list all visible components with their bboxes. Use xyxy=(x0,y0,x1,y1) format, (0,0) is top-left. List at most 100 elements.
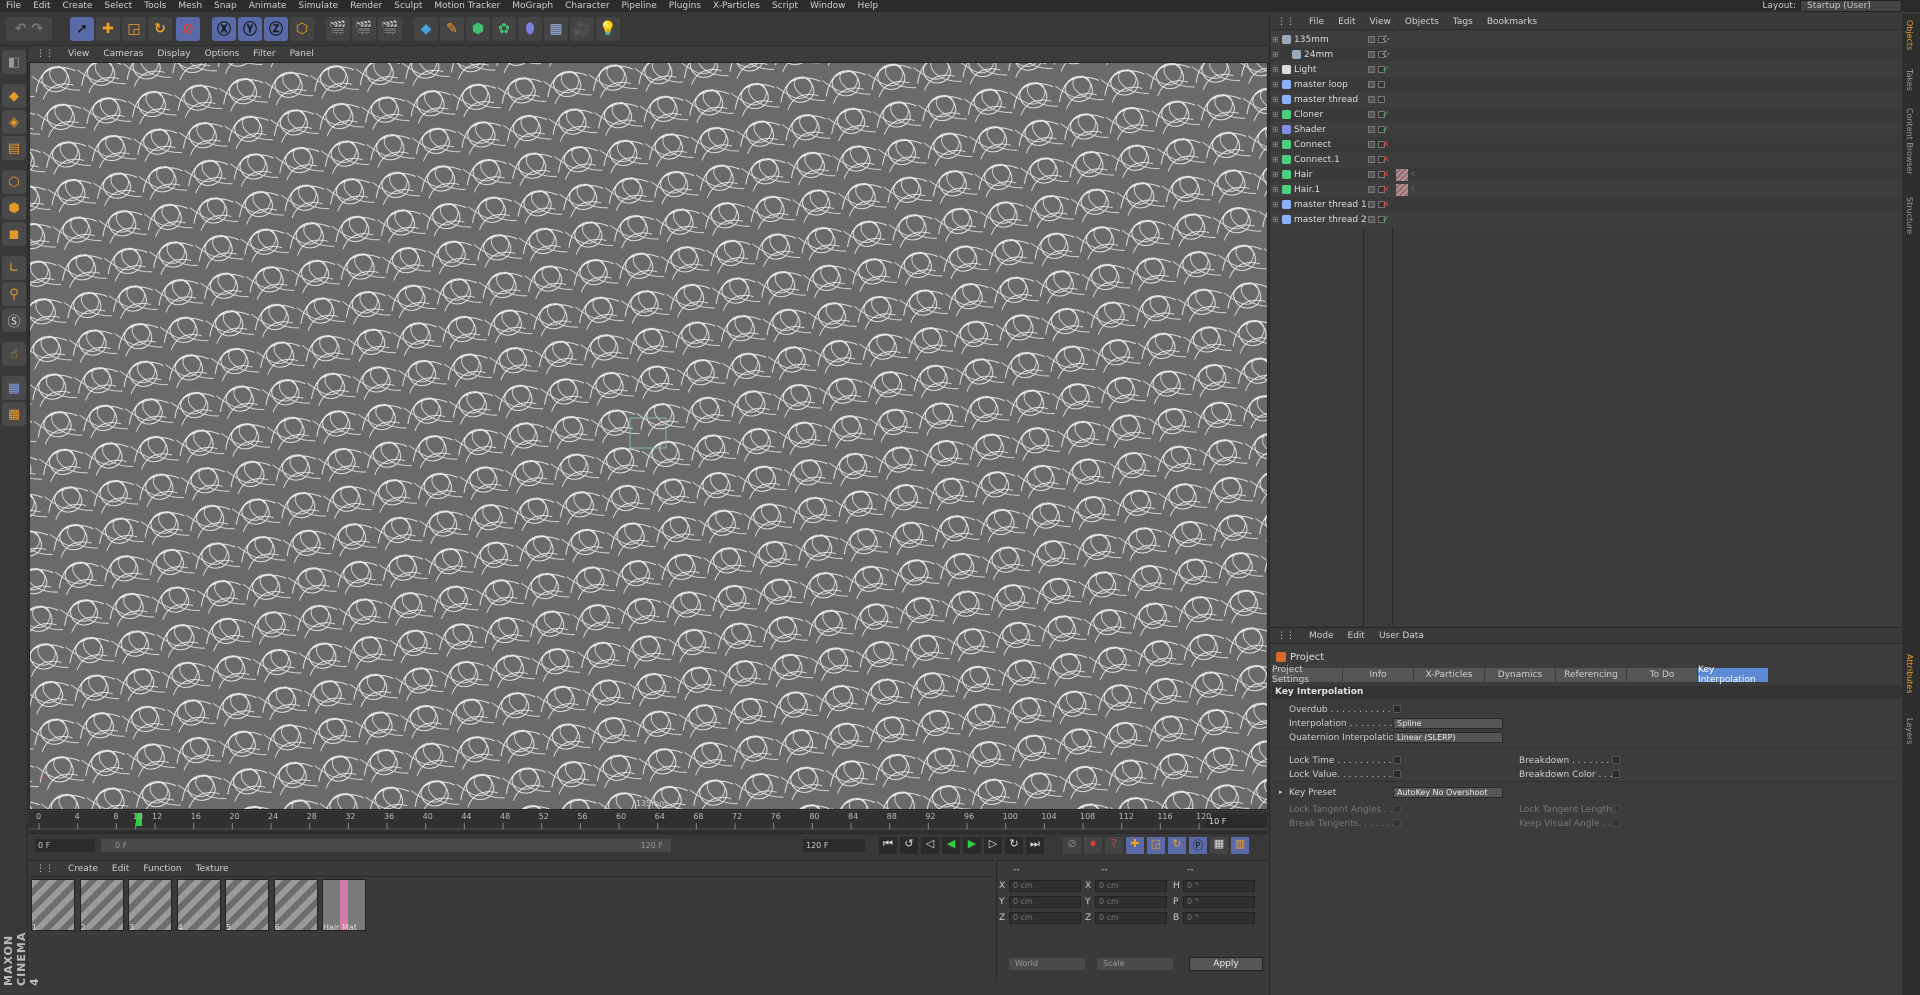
texture-mode-icon[interactable]: ◈ xyxy=(2,110,26,134)
right-tab-takes[interactable]: Takes xyxy=(1905,69,1914,91)
expand-icon[interactable]: ⊞ xyxy=(1272,155,1279,164)
next-frame-icon[interactable]: ▷ xyxy=(984,837,1002,854)
keep-visual-angle-checkbox[interactable] xyxy=(1612,819,1620,827)
lock-workplane-icon[interactable]: ▦ xyxy=(2,376,26,400)
world-dropdown[interactable]: World xyxy=(1009,958,1085,970)
visibility-toggle[interactable] xyxy=(1368,81,1375,88)
subdivision-icon[interactable]: ⬢ xyxy=(466,17,490,41)
viewport-menu-panel[interactable]: Panel xyxy=(283,49,321,59)
range-slider[interactable]: 0 F 120 F xyxy=(101,839,671,852)
right-tab-objects[interactable]: Objects xyxy=(1905,20,1914,50)
disabled-cross-icon[interactable]: ✕ xyxy=(1382,155,1390,165)
workplane-icon[interactable]: ▤ xyxy=(2,136,26,160)
pen-icon[interactable]: ✎ xyxy=(440,17,464,41)
light-icon[interactable]: 💡 xyxy=(596,17,620,41)
next-key-icon[interactable]: ↻ xyxy=(1005,837,1023,854)
material-menu-create[interactable]: Create xyxy=(61,864,105,874)
object-menu-objects[interactable]: Objects xyxy=(1398,17,1446,27)
prev-key-icon[interactable]: ↺ xyxy=(900,837,918,854)
visibility-toggle[interactable] xyxy=(1368,216,1375,223)
menu-item-mograph[interactable]: MoGraph xyxy=(506,0,559,12)
points-mode-icon[interactable]: ⬡ xyxy=(2,170,26,194)
disabled-cross-icon[interactable]: ✕ xyxy=(1382,185,1390,195)
recent-tool-icon[interactable]: ⊘ xyxy=(176,17,200,41)
keyframe-selection-icon[interactable]: ? xyxy=(1105,837,1123,854)
viewport-menu-display[interactable]: Display xyxy=(150,49,197,59)
object-row[interactable]: ⊞ Shader ✓ xyxy=(1270,122,1903,137)
expand-icon[interactable]: ⊞ xyxy=(1272,50,1279,59)
expand-icon[interactable]: ⊞ xyxy=(1272,95,1279,104)
object-row[interactable]: ⊞ 135mm ⁘ xyxy=(1270,32,1903,47)
select-tool-icon[interactable]: ➚ xyxy=(70,17,94,41)
menu-item-render[interactable]: Render xyxy=(344,0,388,12)
object-row[interactable]: ⊞ master thread 2 ✓ xyxy=(1270,212,1903,227)
render-view-icon[interactable]: 🎬 xyxy=(326,17,350,41)
attribute-menu-mode[interactable]: Mode xyxy=(1302,631,1341,641)
object-menu-file[interactable]: File xyxy=(1302,17,1331,27)
go-to-end-icon[interactable]: ⏭ xyxy=(1026,837,1044,854)
menu-item-plugins[interactable]: Plugins xyxy=(663,0,707,12)
menu-item-help[interactable]: Help xyxy=(852,0,885,12)
mograph-icon[interactable]: ✿ xyxy=(492,17,516,41)
menu-item-animate[interactable]: Animate xyxy=(243,0,293,12)
menu-item-select[interactable]: Select xyxy=(98,0,138,12)
scale-dropdown[interactable]: Scale xyxy=(1097,958,1173,970)
x-axis-icon[interactable]: Ⓧ xyxy=(212,17,236,41)
visibility-toggle[interactable] xyxy=(1368,156,1375,163)
paint-icon[interactable]: ☝ xyxy=(2,342,26,366)
material-swatch[interactable] xyxy=(176,879,221,931)
coord-value-field[interactable]: 0 ° xyxy=(1183,912,1255,924)
expand-icon[interactable]: ⊞ xyxy=(1272,125,1279,134)
menu-item-script[interactable]: Script xyxy=(766,0,804,12)
menu-item-window[interactable]: Window xyxy=(804,0,852,12)
menu-item-x-particles[interactable]: X-Particles xyxy=(707,0,766,12)
breakdown-color-checkbox[interactable] xyxy=(1612,770,1620,778)
coord-value-field[interactable]: 0 cm xyxy=(1009,912,1081,924)
object-row[interactable]: ⊞ Connect ✕ xyxy=(1270,137,1903,152)
interpolation-dropdown[interactable]: Spline xyxy=(1393,718,1503,729)
key-position-icon[interactable]: ✚ xyxy=(1126,837,1144,854)
visibility-toggle[interactable] xyxy=(1368,66,1375,73)
z-axis-icon[interactable]: Ⓩ xyxy=(264,17,288,41)
lock-value-checkbox[interactable] xyxy=(1393,770,1401,778)
axis-mode-icon[interactable]: ∟ xyxy=(2,256,26,280)
edges-mode-icon[interactable]: ⬢ xyxy=(2,196,26,220)
coord-value-field[interactable]: 0 cm xyxy=(1095,896,1167,908)
tab-info[interactable]: Info xyxy=(1343,668,1413,682)
make-editable-icon[interactable]: ◧ xyxy=(2,50,26,74)
snap-icon[interactable]: Ⓢ xyxy=(2,308,26,332)
object-row[interactable]: ⊞ Connect.1 ✕ xyxy=(1270,152,1903,167)
menu-item-motion-tracker[interactable]: Motion Tracker xyxy=(428,0,506,12)
perspective-viewport[interactable]: 135mm ↗ xyxy=(29,62,1268,810)
timeline-ruler[interactable]: 10 F 0 4 8 10 12 16 20 24 28 32 36 40 44 48 52 56 60 64 68… xyxy=(29,811,1268,833)
tab-key-interpolation[interactable]: Key Interpolation xyxy=(1698,665,1768,685)
material-menu-edit[interactable]: Edit xyxy=(105,864,136,874)
viewport-menu-view[interactable]: View xyxy=(61,49,96,59)
expand-icon[interactable]: ⊞ xyxy=(1272,215,1279,224)
render-settings-icon[interactable]: 🎬 xyxy=(378,17,402,41)
object-menu-tags[interactable]: Tags xyxy=(1446,17,1480,27)
enabled-check-icon[interactable]: ✓ xyxy=(1382,215,1390,225)
material-swatch[interactable] xyxy=(273,879,318,931)
viewport-menu-options[interactable]: Options xyxy=(198,49,247,59)
menu-item-tools[interactable]: Tools xyxy=(138,0,172,12)
quaternion-dropdown[interactable]: Linear (SLERP) xyxy=(1393,732,1503,743)
cube-icon[interactable]: ◆ xyxy=(414,17,438,41)
tab-x-particles[interactable]: X-Particles xyxy=(1414,668,1484,682)
disabled-cross-icon[interactable]: ✕ xyxy=(1382,200,1390,210)
viewport-menu-filter[interactable]: Filter xyxy=(246,49,282,59)
expand-icon[interactable]: ⊞ xyxy=(1272,110,1279,119)
polygons-mode-icon[interactable]: ◼ xyxy=(2,222,26,246)
menu-item-mesh[interactable]: Mesh xyxy=(172,0,208,12)
coord-value-field[interactable]: 0 ° xyxy=(1183,880,1255,892)
lock-time-checkbox[interactable] xyxy=(1393,756,1401,764)
right-tab-attributes[interactable]: Attributes xyxy=(1905,654,1914,694)
viewport-menu-cameras[interactable]: Cameras xyxy=(96,49,150,59)
prev-frame-icon[interactable]: ◁ xyxy=(921,837,939,854)
menu-item-character[interactable]: Character xyxy=(559,0,615,12)
key-scale-icon[interactable]: ◲ xyxy=(1147,837,1165,854)
right-tab-structure[interactable]: Structure xyxy=(1905,197,1914,234)
tab-referencing[interactable]: Referencing xyxy=(1556,668,1626,682)
tab-to-do[interactable]: To Do xyxy=(1627,668,1697,682)
breakdown-checkbox[interactable] xyxy=(1612,756,1620,764)
